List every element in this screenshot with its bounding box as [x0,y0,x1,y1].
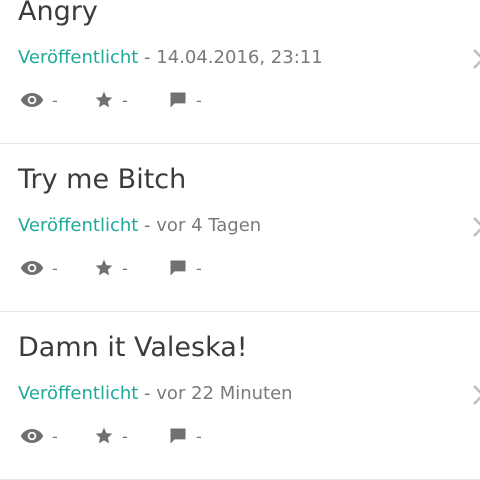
chevron-right-icon [473,49,480,69]
eye-icon [20,93,44,107]
star-icon [95,91,113,108]
stars-stat: - [94,424,128,448]
views-count: - [52,258,58,278]
comments-count: - [196,258,202,278]
views-stat: - [20,88,58,112]
comments-stat: - [168,256,202,280]
comment-icon [170,428,186,444]
comments-count: - [196,426,202,446]
stars-count: - [122,258,128,278]
stars-stat: - [94,88,128,112]
eye-icon [20,429,44,443]
list-item[interactable]: Try me Bitch Veröffentlicht - vor 4 Tage… [0,144,480,312]
item-timestamp: vor 22 Minuten [156,383,293,404]
item-timestamp: 14.04.2016, 23:11 [156,47,323,68]
item-timestamp: vor 4 Tagen [156,215,262,236]
chevron-right-icon [473,385,480,405]
comment-icon [170,260,186,276]
item-title: Angry [18,0,98,27]
story-list: Angry Veröffentlicht - 14.04.2016, 23:11… [0,0,480,480]
comment-icon [170,92,186,108]
item-stats: - - - [18,424,278,448]
chevron-right-icon [473,217,480,237]
list-item[interactable]: Damn it Valeska! Veröffentlicht - vor 22… [0,312,480,480]
stars-stat: - [94,256,128,280]
item-title: Damn it Valeska! [18,332,248,363]
comments-count: - [196,90,202,110]
views-stat: - [20,256,58,280]
views-stat: - [20,424,58,448]
item-stats: - - - [18,88,278,112]
views-count: - [52,426,58,446]
meta-separator: - [138,383,157,404]
meta-separator: - [138,215,157,236]
star-icon [95,427,113,444]
item-stats: - - - [18,256,278,280]
comments-stat: - [168,88,202,112]
item-meta: Veröffentlicht - vor 22 Minuten [18,382,293,406]
item-title: Try me Bitch [18,164,187,195]
meta-separator: - [138,47,157,68]
status-label: Veröffentlicht [18,383,139,404]
eye-icon [20,261,44,275]
stars-count: - [122,426,128,446]
item-meta: Veröffentlicht - vor 4 Tagen [18,214,261,238]
status-label: Veröffentlicht [18,215,139,236]
views-count: - [52,90,58,110]
stars-count: - [122,90,128,110]
list-item[interactable]: Angry Veröffentlicht - 14.04.2016, 23:11… [0,0,480,144]
status-label: Veröffentlicht [18,47,139,68]
star-icon [95,259,113,276]
comments-stat: - [168,424,202,448]
item-meta: Veröffentlicht - 14.04.2016, 23:11 [18,46,323,70]
